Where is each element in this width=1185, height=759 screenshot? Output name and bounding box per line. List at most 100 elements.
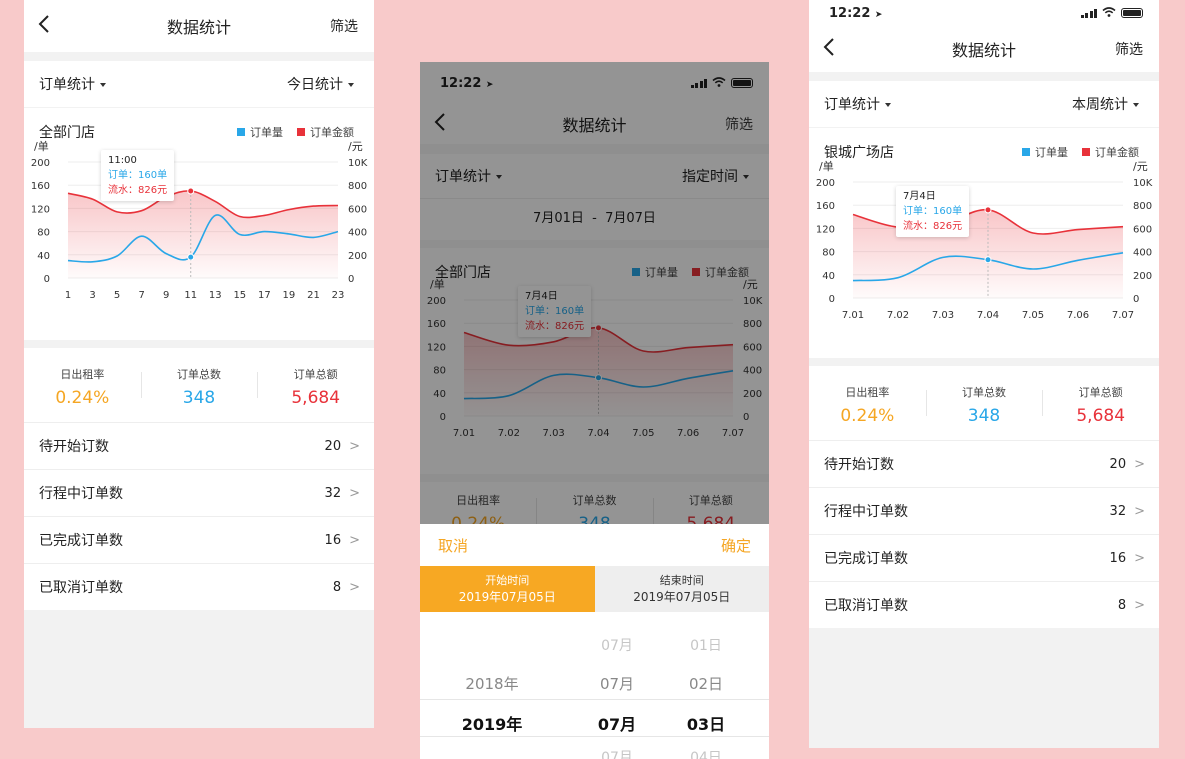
stat-order-count: 订单总数348 <box>140 366 258 408</box>
x-tick-label: 1 <box>65 290 71 301</box>
y-tick-right: 600 <box>1133 224 1152 235</box>
y-tick-right: 0 <box>348 274 354 285</box>
stats-row: 日出租率0.24% 订单总数348 订单总额5,684 <box>809 366 1159 440</box>
tab-end-time[interactable]: 结束时间 2019年07月05日 <box>594 566 769 612</box>
list-item-completed[interactable]: 已完成订单数 16 > <box>809 534 1159 581</box>
x-tick-label: 7.07 <box>1112 310 1134 321</box>
y-tick-right: 400 <box>348 228 367 239</box>
day-option[interactable]: 04日 <box>690 747 722 759</box>
battery-icon <box>1121 8 1143 18</box>
x-tick-label: 5 <box>114 290 120 301</box>
chart-tooltip: 11:00 订单：160单 流水：826元 <box>101 150 175 201</box>
y-tick-right: 10K <box>348 158 368 169</box>
day-option[interactable]: 01日 <box>690 635 722 655</box>
modal-overlay[interactable] <box>420 62 769 524</box>
legend-orders: 订单量 <box>1022 144 1068 160</box>
cancel-button[interactable]: 取消 <box>438 535 468 556</box>
y-tick-right: 200 <box>1133 271 1152 282</box>
stat-type-dropdown[interactable]: 订单统计 <box>39 74 106 94</box>
x-tick-label: 17 <box>258 290 271 301</box>
x-tick-label: 19 <box>283 290 296 301</box>
stat-order-total: 订单总额5,684 <box>257 366 374 408</box>
filter-button[interactable]: 筛选 <box>330 16 358 36</box>
x-tick-label: 7.01 <box>842 310 864 321</box>
time-range-dropdown[interactable]: 本周统计 <box>1072 94 1139 114</box>
y-tick-left: 200 <box>31 158 50 169</box>
chevron-right-icon: > <box>349 532 360 548</box>
chart-card: 银城广场店 订单量 订单金额 /单/元 0 0 40 200 80 400 120 600 160… <box>809 128 1159 358</box>
x-tick-label: 7.04 <box>977 310 999 321</box>
y-tick-left: 0 <box>829 294 835 305</box>
confirm-button[interactable]: 确定 <box>721 535 751 556</box>
time-range-dropdown[interactable]: 今日统计 <box>287 74 354 94</box>
stat-type-label: 订单统计 <box>824 97 880 113</box>
caret-down-icon <box>348 83 354 87</box>
date-wheel[interactable]: 2018年 2019年 07月 07月 07月 07月 01日 02日 03日 … <box>420 612 769 759</box>
order-list: 待开始订数 20 > 行程中订单数 32 > 已完成订单数 16 > 已取消订单数 8 > <box>24 422 374 610</box>
line-chart[interactable]: /单/元 0 0 40 200 80 400 120 600 160 800 200 10K 7.01 7.… <box>809 160 1159 360</box>
day-option-selected[interactable]: 03日 <box>687 711 725 735</box>
y-tick-left: 40 <box>37 251 50 262</box>
chevron-right-icon: > <box>1134 597 1145 613</box>
x-tick-label: 13 <box>209 290 222 301</box>
y-tick-right: 600 <box>348 204 367 215</box>
page-title: 数据统计 <box>166 18 231 37</box>
list-item-pending[interactable]: 待开始订数 20 > <box>809 440 1159 487</box>
stat-order-count: 订单总数348 <box>925 384 1043 426</box>
month-option[interactable]: 07月 <box>600 673 634 694</box>
x-tick-label: 3 <box>89 290 95 301</box>
store-name: 银城广场店 <box>824 145 894 161</box>
year-option-selected[interactable]: 2019年 <box>462 711 523 735</box>
month-option-selected[interactable]: 07月 <box>598 711 636 735</box>
month-option[interactable]: 07月 <box>601 747 633 759</box>
y-axis-unit-left: /单 <box>819 160 834 173</box>
x-tick-label: 11 <box>184 290 197 301</box>
highlight-point-orders <box>187 253 195 261</box>
list-item-pending[interactable]: 待开始订数 20 > <box>24 422 374 469</box>
list-item-in-progress[interactable]: 行程中订单数 32 > <box>24 469 374 516</box>
x-tick-label: 7.05 <box>1022 310 1044 321</box>
stat-order-total: 订单总额5,684 <box>1042 384 1159 426</box>
y-tick-left: 0 <box>44 274 50 285</box>
chevron-right-icon: > <box>349 579 360 595</box>
chevron-left-icon <box>38 14 49 33</box>
y-tick-right: 200 <box>348 251 367 262</box>
y-axis-unit-right: /元 <box>1133 160 1148 173</box>
stat-type-label: 订单统计 <box>39 77 95 93</box>
chevron-left-icon <box>823 37 834 56</box>
y-tick-right: 800 <box>1133 201 1152 212</box>
highlight-point-orders <box>984 256 992 264</box>
back-button[interactable] <box>823 37 841 61</box>
x-tick-label: 21 <box>307 290 320 301</box>
y-tick-left: 160 <box>816 201 835 212</box>
x-tick-label: 7.06 <box>1067 310 1089 321</box>
time-range-label: 本周统计 <box>1072 97 1128 113</box>
filter-button[interactable]: 筛选 <box>1115 39 1143 59</box>
filter-button[interactable]: 筛选 <box>725 114 753 134</box>
chevron-right-icon: > <box>1134 550 1145 566</box>
day-option[interactable]: 02日 <box>689 673 723 694</box>
screen-left: 数据统计 筛选 订单统计 今日统计 全部门店 订单量 订单金额 /单/元 0 0 40… <box>24 0 374 728</box>
stat-type-dropdown[interactable]: 订单统计 <box>824 94 891 114</box>
selector-row: 订单统计 本周统计 <box>809 81 1159 127</box>
list-item-in-progress[interactable]: 行程中订单数 32 > <box>809 487 1159 534</box>
list-item-completed[interactable]: 已完成订单数 16 > <box>24 516 374 563</box>
tab-start-time[interactable]: 开始时间 2019年07月05日 <box>420 566 595 612</box>
year-option[interactable]: 2018年 <box>465 673 518 694</box>
y-tick-left: 80 <box>822 248 835 259</box>
highlight-point-amount <box>984 206 992 214</box>
highlight-point-amount <box>187 187 195 195</box>
y-tick-left: 40 <box>822 271 835 282</box>
back-button[interactable] <box>38 14 56 38</box>
line-chart[interactable]: /单/元0 040 20080 400120 600160 800200 10K1 3 5 7 9 1… <box>24 140 374 340</box>
stats-row: 日出租率0.24% 订单总数348 订单总额5,684 <box>24 348 374 422</box>
caret-down-icon <box>885 103 891 107</box>
month-option[interactable]: 07月 <box>601 635 633 655</box>
selector-row: 订单统计 今日统计 <box>24 61 374 107</box>
legend-amount: 订单金额 <box>297 124 354 140</box>
list-item-cancelled[interactable]: 已取消订单数 8 > <box>809 581 1159 628</box>
chart-legend: 订单量 订单金额 <box>237 124 354 140</box>
stat-rental-rate: 日出租率0.24% <box>840 386 895 426</box>
y-tick-left: 80 <box>37 228 50 239</box>
list-item-cancelled[interactable]: 已取消订单数 8 > <box>24 563 374 610</box>
